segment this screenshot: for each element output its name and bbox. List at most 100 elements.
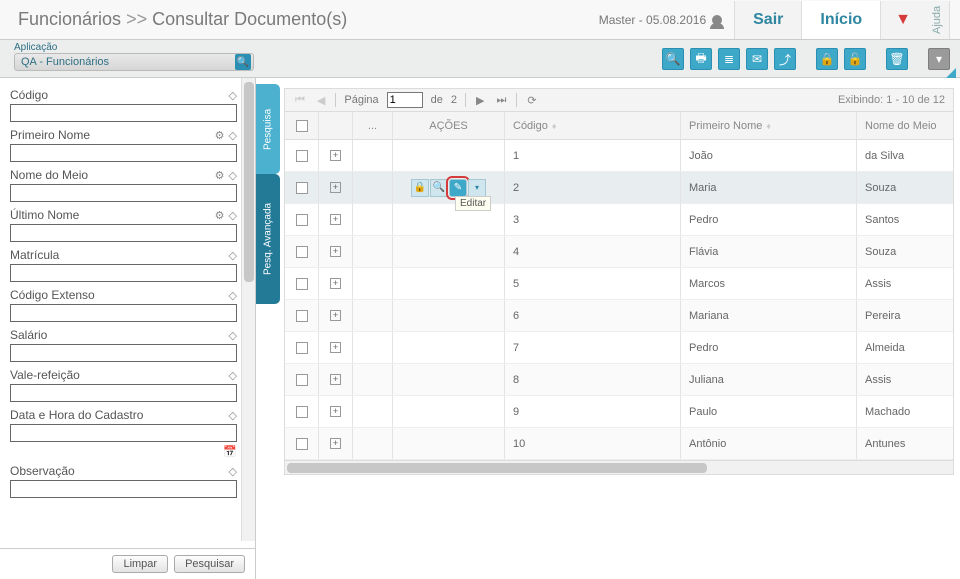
search-icon[interactable]: 🔍 [662,48,684,70]
row-checkbox[interactable] [285,428,319,459]
row-expand[interactable]: + [319,364,353,395]
cell-nome-meio: da Silva [857,140,953,171]
next-page-icon[interactable]: ▶ [474,94,486,107]
table-row[interactable]: +3PedroSantos [285,204,953,236]
application-select[interactable]: QA - Funcionários 🔍 [14,53,254,71]
gear-icon[interactable]: ⚙ [215,209,225,222]
calendar-icon[interactable]: 📅 [223,446,237,458]
h-scrollbar-thumb[interactable] [287,463,707,473]
dropdown-button[interactable]: ▼ [880,1,925,39]
unlock-icon[interactable]: 🔓 [844,48,866,70]
logout-button[interactable]: Sair [734,1,801,39]
input-codigo[interactable] [10,104,237,122]
gear-icon[interactable]: ⚙ [215,129,225,142]
clear-field-icon[interactable]: ◇ [229,89,237,102]
row-expand[interactable]: + [319,172,353,203]
sort-icon[interactable]: ♦ [552,121,557,131]
prev-page-icon[interactable]: ◀ [315,94,327,107]
help-button[interactable]: Ajuda [925,1,950,39]
row-checkbox[interactable] [285,236,319,267]
header-more[interactable]: ... [353,112,393,139]
table-row[interactable]: +1Joãoda Silva [285,140,953,172]
application-search-icon[interactable]: 🔍 [235,54,251,70]
input-salario[interactable] [10,344,237,362]
refresh-icon[interactable]: ⟳ [525,94,538,107]
input-ultimo-nome[interactable] [10,224,237,242]
more-icon[interactable]: ▾ [468,179,486,197]
table-row[interactable]: +10AntônioAntunes [285,428,953,460]
last-page-icon[interactable]: ⏭ [494,94,508,107]
search-scrollbar[interactable] [241,78,255,541]
header-checkbox[interactable] [285,112,319,139]
row-expand[interactable]: + [319,332,353,363]
row-expand[interactable]: + [319,300,353,331]
row-expand[interactable]: + [319,396,353,427]
row-checkbox[interactable] [285,332,319,363]
row-expand[interactable]: + [319,428,353,459]
cell-codigo: 10 [505,428,681,459]
input-data-cadastro[interactable] [10,424,237,442]
table-row[interactable]: +6MarianaPereira [285,300,953,332]
clear-field-icon[interactable]: ◇ [229,329,237,342]
export-icon[interactable]: ⤴ [774,48,796,70]
table-row[interactable]: +9PauloMachado [285,396,953,428]
clear-field-icon[interactable]: ◇ [229,369,237,382]
row-expand[interactable]: + [319,140,353,171]
table-row[interactable]: +4FláviaSouza [285,236,953,268]
clear-field-icon[interactable]: ◇ [229,129,237,142]
mail-icon[interactable]: ✉ [746,48,768,70]
input-codigo-extenso[interactable] [10,304,237,322]
clear-field-icon[interactable]: ◇ [229,249,237,262]
search-button[interactable]: Pesquisar [174,555,245,573]
row-more [353,428,393,459]
page-input[interactable] [387,92,423,108]
input-matricula[interactable] [10,264,237,282]
header-codigo[interactable]: Código♦ [505,112,681,139]
clear-field-icon[interactable]: ◇ [229,289,237,302]
lock-icon[interactable]: 🔒 [411,179,429,197]
row-expand[interactable]: + [319,204,353,235]
edit-icon[interactable]: ✎ [449,179,467,197]
row-checkbox[interactable] [285,364,319,395]
row-expand[interactable]: + [319,236,353,267]
row-checkbox[interactable] [285,268,319,299]
lock-icon[interactable]: 🔒 [816,48,838,70]
scrollbar-thumb[interactable] [244,82,254,282]
row-checkbox[interactable] [285,396,319,427]
input-vale-refeicao[interactable] [10,384,237,402]
table-row[interactable]: +5MarcosAssis [285,268,953,300]
collapse-toggle-icon[interactable] [946,68,956,78]
print-icon[interactable]: 🖶 [690,48,712,70]
input-observacao[interactable] [10,480,237,498]
home-button[interactable]: Início [801,1,880,39]
first-page-icon[interactable]: ⏮ [293,94,307,107]
table-row[interactable]: +🔒🔍✎▾Editar2MariaSouza [285,172,953,204]
clear-button[interactable]: Limpar [112,555,168,573]
clear-field-icon[interactable]: ◇ [229,409,237,422]
row-checkbox[interactable] [285,172,319,203]
tab-basic-search[interactable]: Pesquisa [256,84,280,174]
grid-h-scrollbar[interactable] [284,461,954,475]
header-actions: AÇÕES [393,112,505,139]
report-icon[interactable]: ≣ [718,48,740,70]
breadcrumb: Funcionários >> Consultar Documento(s) [18,9,347,30]
table-row[interactable]: +8JulianaAssis [285,364,953,396]
clear-field-icon[interactable]: ◇ [229,465,237,478]
row-checkbox[interactable] [285,204,319,235]
input-primeiro-nome[interactable] [10,144,237,162]
header-primeiro-nome[interactable]: Primeiro Nome♦ [681,112,857,139]
gear-icon[interactable]: ⚙ [215,169,225,182]
menu-icon[interactable]: ▾ [928,48,950,70]
sort-icon[interactable]: ♦ [766,121,771,131]
clear-field-icon[interactable]: ◇ [229,169,237,182]
row-expand[interactable]: + [319,268,353,299]
table-row[interactable]: +7PedroAlmeida [285,332,953,364]
row-checkbox[interactable] [285,140,319,171]
view-icon[interactable]: 🔍 [430,179,448,197]
clear-field-icon[interactable]: ◇ [229,209,237,222]
tab-advanced-search[interactable]: Pesq. Avançada [256,174,280,304]
header-nome-meio[interactable]: Nome do Meio [857,112,953,139]
input-nome-do-meio[interactable] [10,184,237,202]
row-checkbox[interactable] [285,300,319,331]
trash-icon[interactable]: 🗑 [886,48,908,70]
